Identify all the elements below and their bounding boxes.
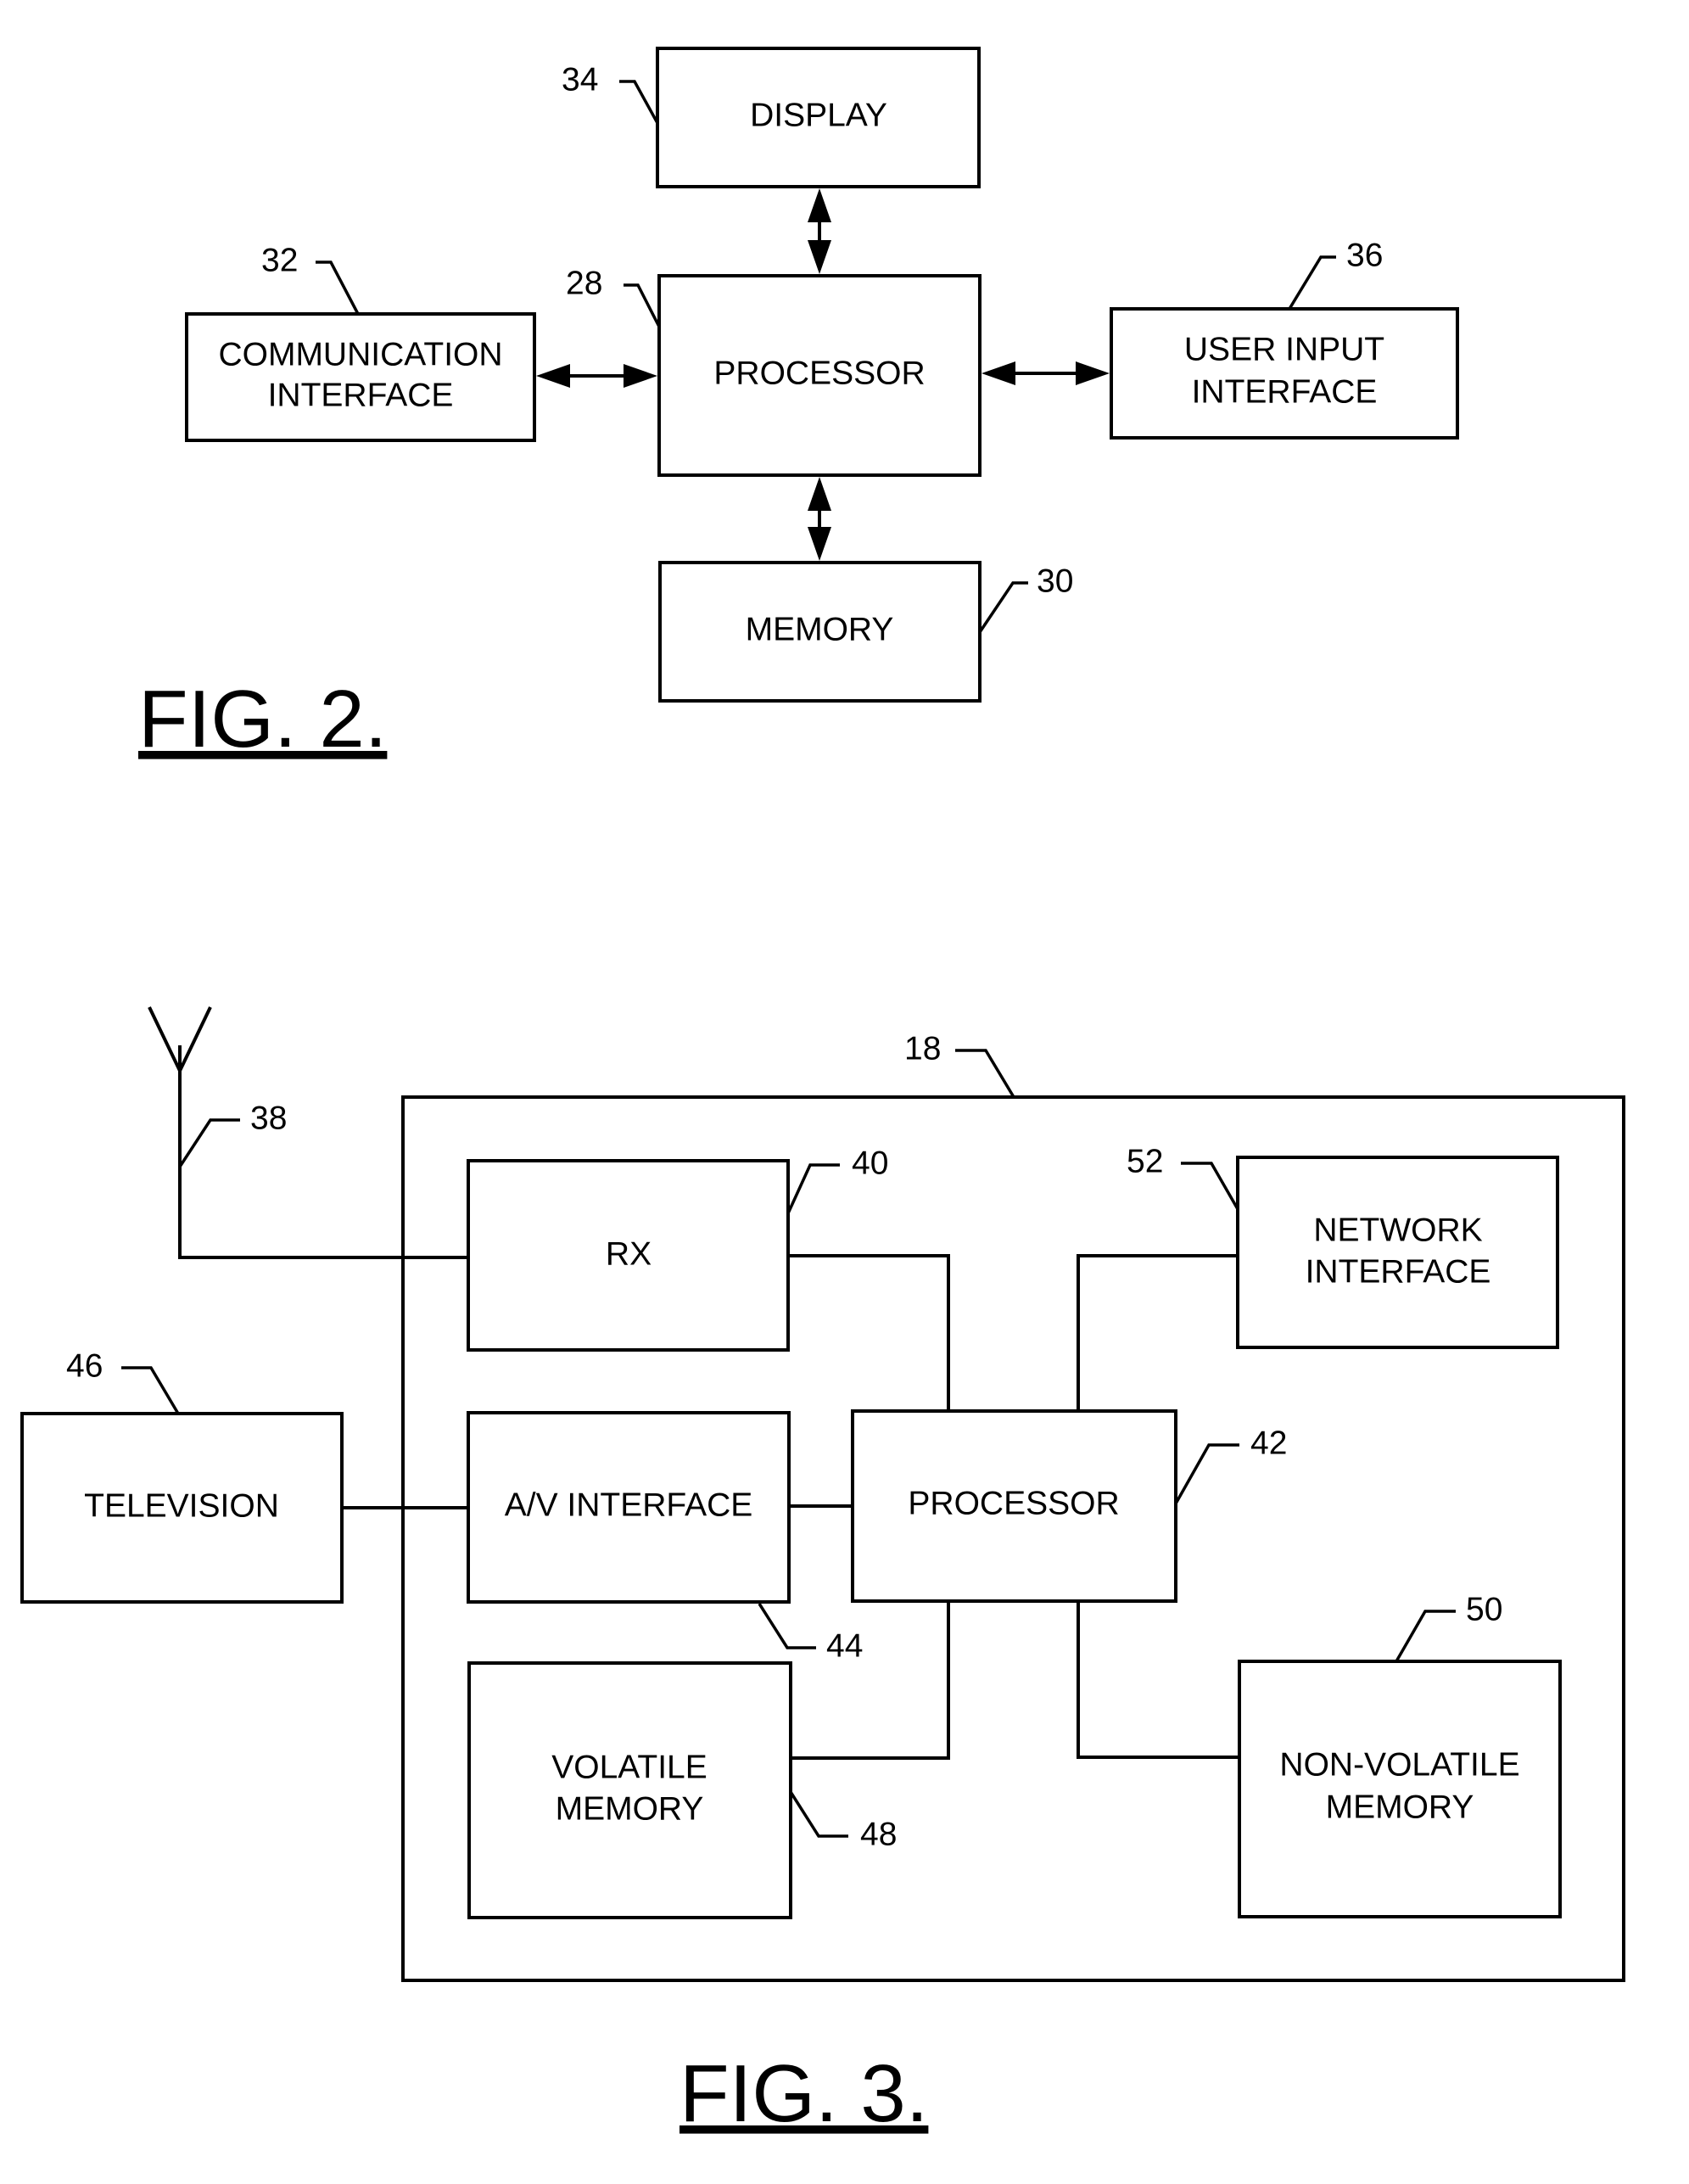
fig3-processor-ref: 42 <box>1250 1425 1287 1461</box>
fig3-av-interface-label: A/V INTERFACE <box>505 1487 753 1523</box>
fig2-user-input-interface-leader-line <box>1288 255 1336 310</box>
fig2-communication-interface-leader-line <box>316 260 360 315</box>
fig3-television-label: TELEVISION <box>84 1487 279 1524</box>
fig2-communication-interface-label-line2: INTERFACE <box>268 377 454 413</box>
fig3-network-interface-box <box>1236 1156 1559 1349</box>
fig3-processor-block: PROCESSOR 42 <box>851 1409 1287 1603</box>
fig2-user-input-interface-ref: 36 <box>1346 237 1383 273</box>
fig3-non-volatile-memory-label-line1: NON-VOLATILE <box>1279 1746 1519 1783</box>
fig2-memory-label: MEMORY <box>746 611 894 647</box>
fig3-volatile-memory-leader-line <box>789 1791 848 1838</box>
fig2-display-processor-arrow <box>808 188 831 274</box>
fig2-display-ref: 34 <box>562 61 598 98</box>
fig3-device-leader-line <box>955 1049 1015 1098</box>
fig3-non-volatile-memory-block: NON-VOLATILE MEMORY 50 <box>1238 1591 1562 1918</box>
fig2-display-leader-line <box>619 80 659 124</box>
fig2-memory-leader-line <box>978 581 1028 633</box>
fig2-display-label: DISPLAY <box>750 97 887 133</box>
fig2-processor-memory-arrow <box>808 477 831 561</box>
fig2-memory-block: MEMORY 30 <box>658 561 1073 703</box>
fig3-network-interface-ref: 52 <box>1127 1143 1163 1179</box>
fig3-processor-network-connection <box>1077 1254 1238 1411</box>
fig3-caption: FIG. 3. <box>680 2048 928 2139</box>
fig3-television-block: TELEVISION 46 <box>20 1347 344 1604</box>
patent-drawing-sheet: DISPLAY 34 PROCESSOR 28 COMMUNICATION IN… <box>20 47 1625 2139</box>
fig2-processor-leader-line <box>624 283 661 328</box>
fig2-processor-ref: 28 <box>566 265 602 301</box>
fig2-communication-interface-label-line1: COMMUNICATION <box>218 336 502 372</box>
fig2-caption: FIG. 2. <box>138 674 387 764</box>
fig3-diagram: 18 38 RX 40 NETWORK INTERFACE 52 TELEVIS… <box>20 1006 1625 2139</box>
fig2-communication-processor-arrow <box>536 364 657 388</box>
fig3-rx-processor-connection <box>788 1254 950 1411</box>
fig3-network-interface-label-line1: NETWORK <box>1313 1212 1482 1248</box>
fig2-processor-label: PROCESSOR <box>713 355 925 391</box>
fig2-processor-user-input-arrow <box>982 361 1110 385</box>
fig3-antenna-ref: 38 <box>250 1100 287 1136</box>
fig3-processor-leader-line <box>1174 1443 1239 1504</box>
fig2-diagram: DISPLAY 34 PROCESSOR 28 COMMUNICATION IN… <box>138 47 1459 764</box>
fig3-rx-block: RX 40 <box>467 1145 888 1352</box>
fig3-non-volatile-memory-ref: 50 <box>1466 1591 1502 1627</box>
fig3-processor-volatile-connection <box>791 1601 950 1760</box>
fig3-processor-non-volatile-connection <box>1077 1601 1239 1759</box>
fig2-display-block: DISPLAY 34 <box>562 47 981 188</box>
fig3-av-interface-block: A/V INTERFACE 44 <box>467 1411 863 1664</box>
fig2-user-input-interface-label-line2: INTERFACE <box>1192 373 1378 410</box>
fig3-av-interface-ref: 44 <box>826 1627 863 1664</box>
fig3-antenna-block: 38 <box>148 1006 468 1259</box>
fig3-rx-ref: 40 <box>852 1145 888 1181</box>
fig3-device-ref: 18 <box>904 1030 941 1067</box>
fig3-non-volatile-memory-label-line2: MEMORY <box>1326 1789 1474 1825</box>
fig3-rx-label: RX <box>606 1235 652 1272</box>
fig3-network-interface-leader-line <box>1181 1162 1239 1210</box>
fig3-volatile-memory-label-line1: VOLATILE <box>551 1749 707 1785</box>
fig3-television-ref: 46 <box>66 1347 103 1384</box>
fig3-antenna-feed-line <box>178 1045 468 1259</box>
fig3-antenna-leader-line <box>178 1118 240 1168</box>
fig3-volatile-memory-block: VOLATILE MEMORY 48 <box>467 1661 897 1919</box>
fig3-av-interface-leader-line <box>758 1603 816 1649</box>
fig2-communication-interface-ref: 32 <box>261 242 298 278</box>
fig3-network-interface-label-line2: INTERFACE <box>1306 1253 1491 1290</box>
fig2-user-input-interface-block: USER INPUT INTERFACE 36 <box>1110 237 1459 440</box>
fig3-volatile-memory-ref: 48 <box>860 1816 897 1852</box>
fig2-communication-interface-block: COMMUNICATION INTERFACE 32 <box>185 242 536 442</box>
fig2-memory-ref: 30 <box>1037 563 1073 599</box>
fig2-user-input-interface-label-line1: USER INPUT <box>1184 331 1384 367</box>
fig3-non-volatile-memory-leader-line <box>1395 1610 1456 1662</box>
fig3-network-interface-block: NETWORK INTERFACE 52 <box>1127 1143 1559 1349</box>
fig3-television-leader-line <box>121 1366 180 1414</box>
fig3-volatile-memory-label-line2: MEMORY <box>556 1790 704 1827</box>
fig3-processor-label: PROCESSOR <box>908 1485 1119 1521</box>
fig3-rx-leader-line <box>786 1163 840 1214</box>
